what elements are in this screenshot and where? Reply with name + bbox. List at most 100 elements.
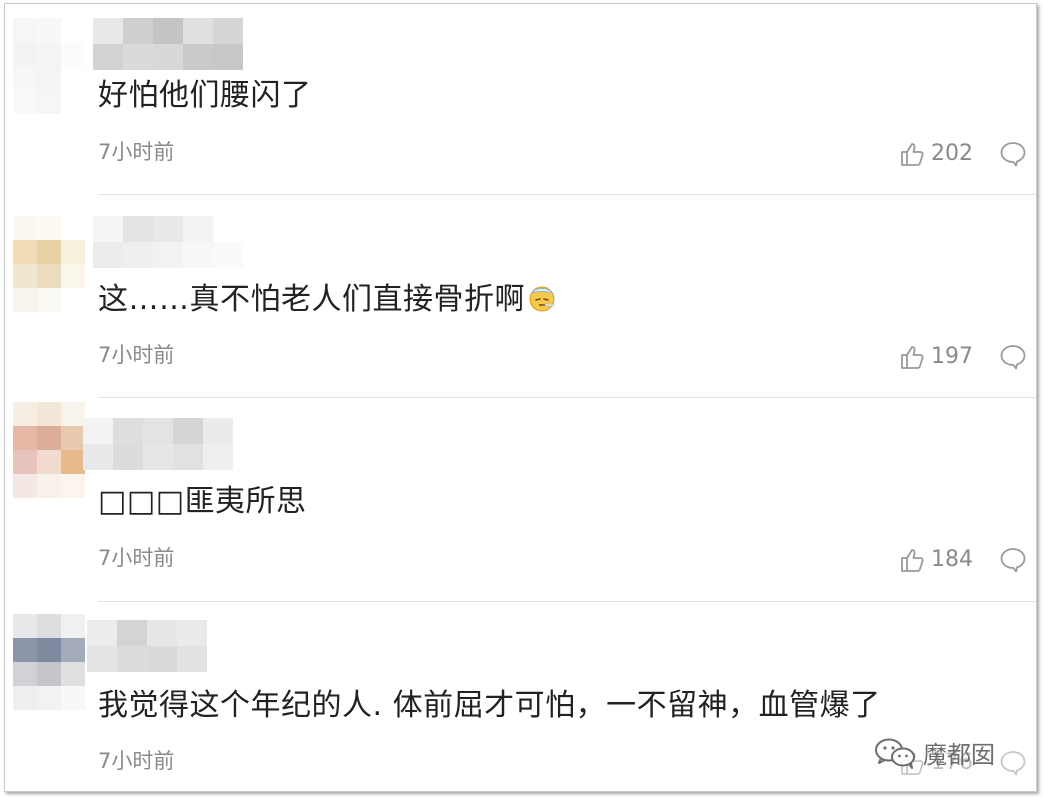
username-pixel bbox=[203, 418, 233, 444]
thumbs-up-icon bbox=[901, 549, 924, 572]
comment-text: 好怕他们腰闪了 bbox=[98, 78, 312, 113]
username-pixel bbox=[153, 242, 183, 268]
username-pixel bbox=[173, 444, 203, 470]
username-pixel bbox=[213, 216, 243, 242]
thumbs-up-icon bbox=[901, 346, 924, 369]
username-pixel bbox=[213, 44, 243, 70]
comment-time: 7小时前 bbox=[98, 546, 175, 570]
avatar-pixel bbox=[61, 66, 85, 90]
username-pixel bbox=[183, 44, 213, 70]
avatar-pixel bbox=[13, 638, 37, 662]
username-pixel bbox=[177, 620, 207, 646]
avatar-pixel bbox=[61, 216, 85, 240]
username-pixel bbox=[143, 444, 173, 470]
username-pixel bbox=[123, 44, 153, 70]
username-pixel bbox=[183, 18, 213, 44]
avatar[interactable] bbox=[13, 216, 85, 312]
avatar-pixel bbox=[37, 42, 61, 66]
avatar-pixel bbox=[37, 216, 61, 240]
avatar-pixel bbox=[61, 402, 85, 426]
username-blurred[interactable] bbox=[83, 418, 233, 470]
avatar-pixel bbox=[37, 288, 61, 312]
username-pixel bbox=[203, 444, 233, 470]
thumbs-up-icon bbox=[901, 143, 924, 166]
username-blurred[interactable] bbox=[87, 620, 207, 672]
avatar-pixel bbox=[13, 90, 37, 114]
username-pixel bbox=[87, 620, 117, 646]
username-pixel bbox=[113, 444, 143, 470]
comment-list: 好怕他们腰闪了 7小时前 202 这……真不怕老人们直接骨折啊 7小时前 197… bbox=[4, 3, 1037, 792]
avatar-pixel bbox=[61, 240, 85, 264]
comment-text: □□□匪夷所思 bbox=[98, 484, 307, 519]
avatar-pixel bbox=[37, 240, 61, 264]
avatar-pixel bbox=[13, 450, 37, 474]
username-pixel bbox=[183, 216, 213, 242]
avatar-pixel bbox=[13, 18, 37, 42]
watermark-text: 魔都囡 bbox=[923, 741, 995, 769]
avatar-pixel bbox=[37, 426, 61, 450]
avatar-pixel bbox=[13, 216, 37, 240]
username-pixel bbox=[147, 620, 177, 646]
username-pixel bbox=[213, 242, 243, 268]
comment-time: 7小时前 bbox=[98, 749, 175, 773]
like-button[interactable]: 197 bbox=[899, 344, 973, 370]
username-pixel bbox=[93, 216, 123, 242]
divider bbox=[98, 397, 1036, 398]
username-blurred[interactable] bbox=[93, 18, 243, 70]
username-pixel bbox=[147, 646, 177, 672]
username-pixel bbox=[87, 646, 117, 672]
like-count: 202 bbox=[931, 141, 973, 166]
divider bbox=[98, 194, 1036, 195]
avatar-pixel bbox=[13, 264, 37, 288]
comment-bubble-icon[interactable] bbox=[999, 343, 1027, 371]
watermark: 魔都囡 bbox=[873, 735, 995, 770]
avatar-pixel bbox=[13, 662, 37, 686]
avatar-pixel bbox=[61, 638, 85, 662]
username-pixel bbox=[173, 418, 203, 444]
avatar-pixel bbox=[61, 42, 85, 66]
username-pixel bbox=[117, 646, 147, 672]
comment-bubble-icon[interactable] bbox=[999, 140, 1027, 168]
username-pixel bbox=[143, 418, 173, 444]
comment-text: 这……真不怕老人们直接骨折啊 bbox=[98, 280, 557, 320]
avatar-pixel bbox=[13, 402, 37, 426]
like-count: 197 bbox=[931, 344, 973, 369]
avatar-pixel bbox=[37, 402, 61, 426]
avatar-pixel bbox=[61, 614, 85, 638]
comment-text-content: 这……真不怕老人们直接骨折啊 bbox=[98, 282, 525, 317]
avatar-pixel bbox=[61, 264, 85, 288]
avatar-pixel bbox=[37, 264, 61, 288]
username-pixel bbox=[83, 418, 113, 444]
avatar-pixel bbox=[37, 686, 61, 710]
comment-time: 7小时前 bbox=[98, 343, 175, 367]
like-button[interactable]: 202 bbox=[899, 141, 973, 167]
avatar-pixel bbox=[37, 614, 61, 638]
comment-bubble-icon[interactable] bbox=[999, 749, 1027, 777]
like-button[interactable]: 184 bbox=[899, 547, 973, 573]
username-pixel bbox=[153, 44, 183, 70]
username-pixel bbox=[93, 44, 123, 70]
avatar-pixel bbox=[13, 426, 37, 450]
avatar-pixel bbox=[13, 474, 37, 498]
comment-bubble-icon[interactable] bbox=[999, 546, 1027, 574]
avatar-pixel bbox=[61, 474, 85, 498]
username-pixel bbox=[153, 18, 183, 44]
avatar-pixel bbox=[37, 18, 61, 42]
avatar-pixel bbox=[61, 450, 85, 474]
username-pixel bbox=[213, 18, 243, 44]
avatar-pixel bbox=[61, 18, 85, 42]
avatar[interactable] bbox=[13, 18, 85, 114]
avatar[interactable] bbox=[13, 402, 85, 498]
comment-text: 我觉得这个年纪的人. 体前屈才可怕，一不留神，血管爆了 bbox=[98, 688, 881, 723]
avatar[interactable] bbox=[13, 614, 85, 710]
username-pixel bbox=[177, 646, 207, 672]
avatar-pixel bbox=[13, 42, 37, 66]
divider bbox=[98, 601, 1036, 602]
username-pixel bbox=[117, 620, 147, 646]
avatar-pixel bbox=[13, 240, 37, 264]
like-count: 184 bbox=[931, 547, 973, 572]
username-pixel bbox=[183, 242, 213, 268]
username-pixel bbox=[153, 216, 183, 242]
username-pixel bbox=[123, 216, 153, 242]
username-blurred[interactable] bbox=[93, 216, 243, 268]
